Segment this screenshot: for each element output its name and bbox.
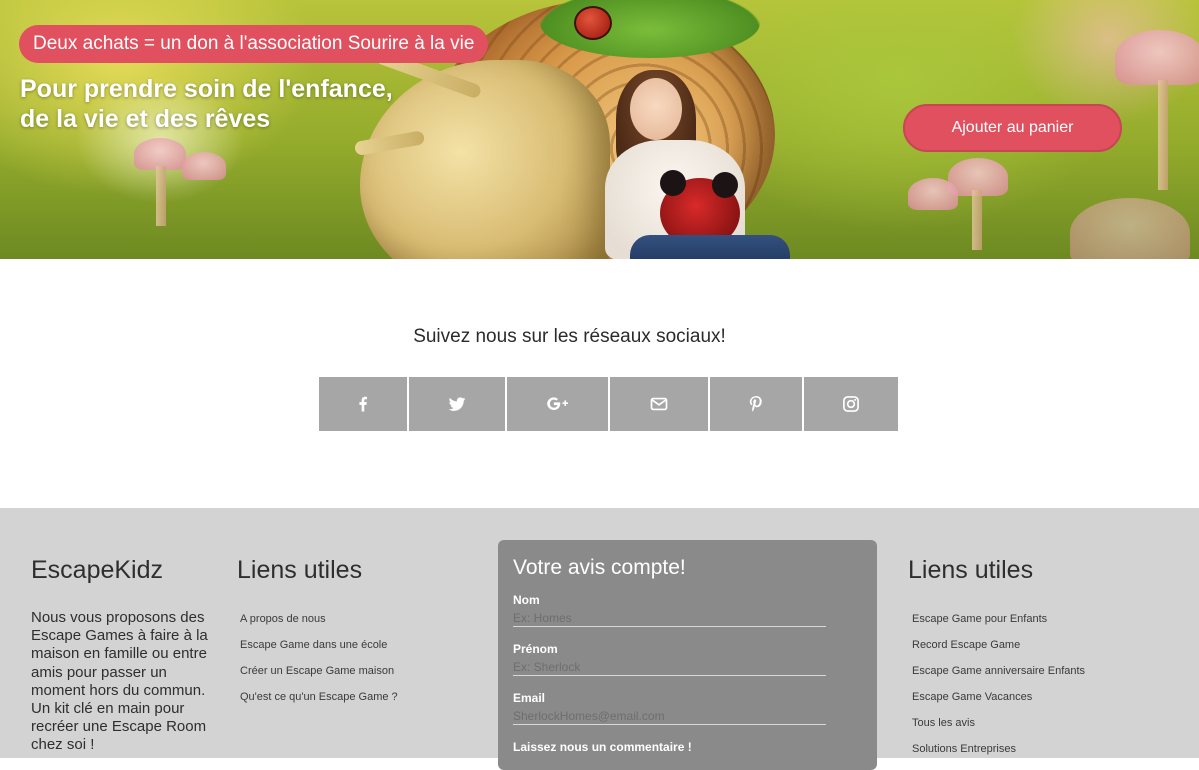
useful-links-title-left: Liens utiles bbox=[237, 556, 363, 584]
pinterest-icon bbox=[749, 396, 762, 412]
mail-icon bbox=[650, 397, 668, 411]
name-label: Nom bbox=[513, 593, 540, 607]
facebook-button[interactable] bbox=[319, 377, 409, 431]
brand-description: Nous vous proposons des Escape Games à f… bbox=[31, 609, 208, 754]
hero-banner: Deux achats = un don à l'association Sou… bbox=[0, 0, 1199, 259]
twitter-button[interactable] bbox=[409, 377, 507, 431]
footer-link-holiday-escape-game[interactable]: Escape Game Vacances bbox=[912, 684, 1085, 710]
brand-title: EscapeKidz bbox=[31, 556, 164, 584]
twitter-icon bbox=[448, 397, 466, 411]
footer-link-birthday-escape-game[interactable]: Escape Game anniversaire Enfants bbox=[912, 658, 1085, 684]
facebook-icon bbox=[359, 396, 367, 412]
pinterest-button[interactable] bbox=[710, 377, 804, 431]
instagram-icon bbox=[843, 396, 859, 412]
ladybug-image bbox=[574, 6, 612, 40]
hero-title: Pour prendre soin de l'enfance, de la vi… bbox=[20, 74, 440, 134]
feedback-form: Votre avis compte! Nom Prénom Email Lais… bbox=[498, 540, 877, 770]
useful-links-title-right: Liens utiles bbox=[908, 556, 1034, 584]
footer-link-business-solutions[interactable]: Solutions Entreprises bbox=[912, 736, 1085, 762]
instagram-button[interactable] bbox=[804, 377, 898, 431]
footer-link-kids-escape-game[interactable]: Escape Game pour Enfants bbox=[912, 606, 1085, 632]
social-share-bar bbox=[319, 377, 898, 431]
hero-title-line-1: Pour prendre soin de l'enfance, bbox=[20, 75, 393, 103]
footer-link-all-reviews[interactable]: Tous les avis bbox=[912, 710, 1085, 736]
footer-link-create-home-game[interactable]: Créer un Escape Game maison bbox=[240, 658, 398, 684]
email-label: Email bbox=[513, 691, 546, 705]
name-field[interactable] bbox=[513, 609, 826, 627]
feedback-title: Votre avis compte! bbox=[513, 556, 686, 579]
promo-badge: Deux achats = un don à l'association Sou… bbox=[19, 25, 489, 63]
email-button[interactable] bbox=[610, 377, 710, 431]
hero-title-line-2: de la vie et des rêves bbox=[20, 105, 271, 133]
footer-link-record-escape-game[interactable]: Record Escape Game bbox=[912, 632, 1085, 658]
useful-links-right: Escape Game pour Enfants Record Escape G… bbox=[912, 606, 1085, 762]
add-to-cart-button[interactable]: Ajouter au panier bbox=[903, 104, 1122, 152]
comment-label: Laissez nous un commentaire ! bbox=[513, 740, 692, 754]
firstname-field[interactable] bbox=[513, 658, 826, 676]
firstname-label: Prénom bbox=[513, 642, 558, 656]
footer-link-school[interactable]: Escape Game dans une école bbox=[240, 632, 398, 658]
footer-link-about[interactable]: A propos de nous bbox=[240, 606, 398, 632]
google-plus-icon bbox=[546, 397, 568, 410]
email-field[interactable] bbox=[513, 707, 826, 725]
social-title: Suivez nous sur les réseaux sociaux! bbox=[413, 326, 726, 347]
useful-links-left: A propos de nous Escape Game dans une éc… bbox=[240, 606, 398, 710]
footer-link-what-is-escape-game[interactable]: Qu'est ce qu'un Escape Game ? bbox=[240, 684, 398, 710]
google-plus-button[interactable] bbox=[507, 377, 610, 431]
